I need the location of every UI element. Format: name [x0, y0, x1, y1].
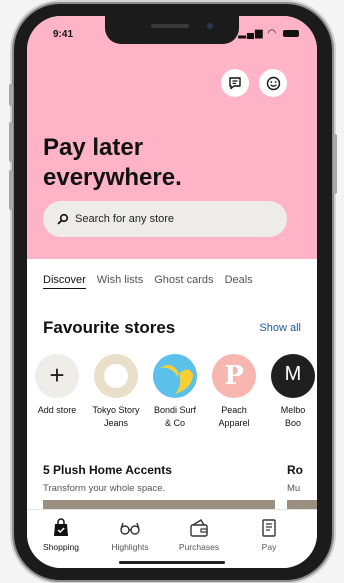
- bottom-nav: Shopping Highlights Purchases Pay: [27, 509, 317, 568]
- plus-icon: +: [49, 360, 65, 390]
- store-label: Melbo Boo: [263, 404, 317, 430]
- headline-line-1: Pay later: [43, 134, 144, 161]
- store-add[interactable]: + Add store: [27, 354, 87, 417]
- store-bondi-surf[interactable]: Bondi Surf & Co: [145, 354, 205, 430]
- store-melbo[interactable]: M Melbo Boo: [263, 354, 317, 430]
- nav-highlights[interactable]: Highlights: [100, 518, 160, 552]
- nav-label: Shopping: [43, 542, 79, 552]
- store-label: Add store: [27, 404, 87, 417]
- store-tokyo-story[interactable]: Tokyo Story Jeans: [86, 354, 146, 430]
- tab-bar: Discover Wish lists Ghost cards Deals: [43, 274, 264, 289]
- peach-logo-letter: P: [224, 361, 244, 391]
- promo-title[interactable]: Ro: [287, 463, 303, 477]
- glasses-icon: [120, 522, 140, 535]
- show-all-link[interactable]: Show all: [259, 322, 301, 334]
- wifi-icon: ◠: [267, 28, 278, 39]
- mute-switch: [9, 84, 13, 106]
- chat-icon: [229, 77, 241, 90]
- camera: [207, 23, 213, 29]
- smiley-icon: [266, 76, 280, 90]
- power-button: [333, 134, 337, 194]
- search-placeholder: Search for any store: [75, 213, 175, 225]
- store-name-line-1: Peach: [221, 405, 247, 415]
- receipt-icon: [262, 519, 276, 537]
- melbo-logo: M: [271, 354, 315, 398]
- shopping-bag-icon: [54, 518, 68, 536]
- promo-subtitle: Transform your whole space.: [43, 483, 166, 494]
- store-name-line-1: Melbo: [280, 405, 306, 415]
- status-icons: ▂▄▆ ◠: [238, 28, 299, 39]
- tab-discover[interactable]: Discover: [43, 274, 86, 289]
- page-title: Pay later everywhere.: [43, 133, 182, 193]
- headline-line-2: everywhere.: [43, 164, 182, 191]
- tab-wish-lists[interactable]: Wish lists: [97, 274, 143, 289]
- add-store-circle: +: [35, 354, 79, 398]
- search-input[interactable]: Search for any store: [43, 201, 287, 237]
- notch: [105, 16, 239, 44]
- store-name-line-2: Apparel: [218, 418, 250, 428]
- store-name-line-1: Add store: [37, 405, 77, 415]
- nav-pay[interactable]: Pay: [239, 518, 299, 552]
- favourite-stores-title: Favourite stores: [43, 318, 176, 337]
- tab-ghost-cards[interactable]: Ghost cards: [154, 274, 213, 289]
- promo-subtitle: Mu: [287, 483, 301, 494]
- peach-apparel-logo: P: [212, 354, 256, 398]
- store-name-line-1: Tokyo Story: [92, 405, 140, 415]
- melbo-logo-letter: M: [284, 363, 302, 385]
- store-name-line-2: & Co: [164, 418, 185, 428]
- store-label: Peach Apparel: [204, 404, 264, 430]
- speaker: [151, 24, 189, 28]
- store-label: Bondi Surf & Co: [145, 404, 205, 430]
- store-label: Tokyo Story Jeans: [86, 404, 146, 430]
- nav-label: Highlights: [111, 542, 149, 552]
- status-time: 9:41: [53, 29, 74, 40]
- tab-deals[interactable]: Deals: [225, 274, 253, 289]
- home-indicator: [119, 561, 225, 564]
- store-name-line-2: Boo: [284, 418, 301, 428]
- promo-title[interactable]: 5 Plush Home Accents: [43, 463, 172, 477]
- nav-label: Purchases: [178, 542, 220, 552]
- nav-label: Pay: [261, 542, 277, 552]
- store-name-line-2: Jeans: [103, 418, 129, 428]
- app-screen: 9:41 ▂▄▆ ◠ Pay later everywhere. Search …: [27, 16, 317, 568]
- search-icon: [57, 213, 69, 225]
- bondi-surf-logo: [153, 354, 197, 398]
- store-peach-apparel[interactable]: P Peach Apparel: [204, 354, 264, 430]
- volume-down-button: [9, 170, 13, 210]
- store-name-line-1: Bondi Surf: [153, 405, 197, 415]
- signal-icon: ▂▄▆: [238, 28, 264, 39]
- battery-icon: [283, 29, 299, 37]
- nav-purchases[interactable]: Purchases: [169, 518, 229, 552]
- nav-shopping[interactable]: Shopping: [31, 518, 91, 552]
- volume-up-button: [9, 122, 13, 162]
- messages-button[interactable]: [221, 69, 249, 97]
- tokyo-story-logo: [94, 354, 138, 398]
- wallet-icon: [190, 519, 208, 537]
- profile-button[interactable]: [259, 69, 287, 97]
